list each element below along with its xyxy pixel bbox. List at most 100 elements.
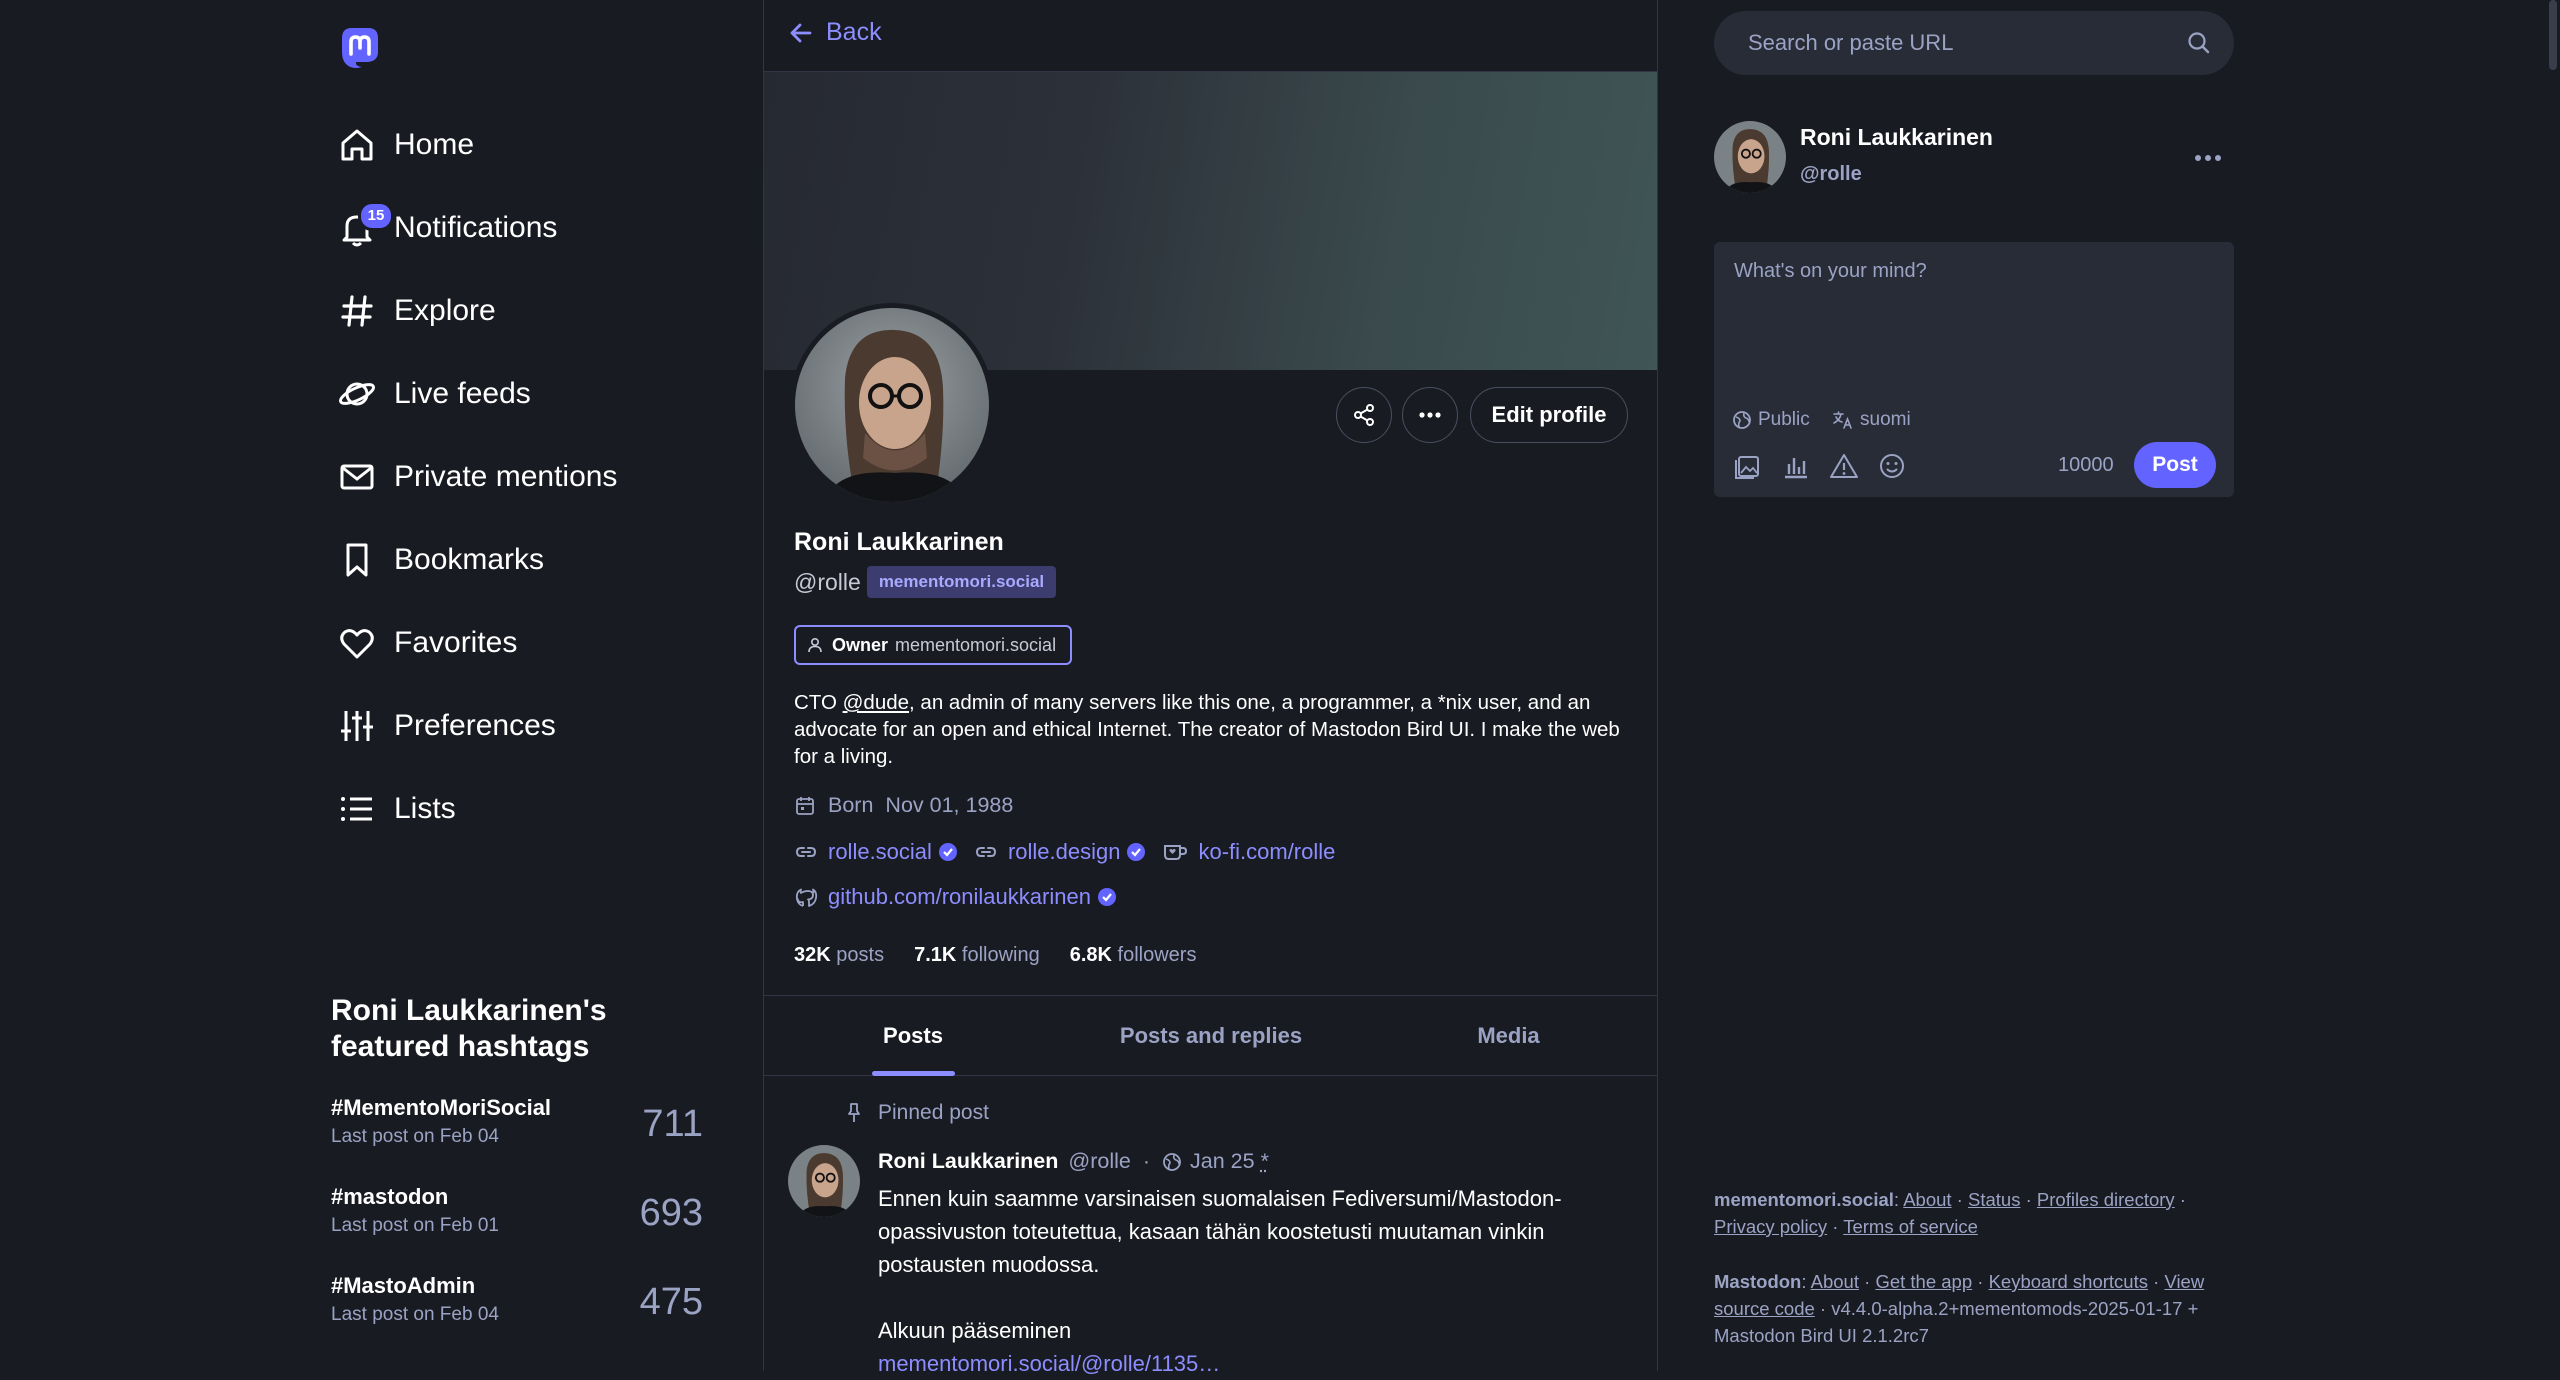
globe-icon (1162, 1152, 1182, 1172)
nav-item-bookmarks[interactable]: Bookmarks (336, 535, 544, 585)
hashtag-count: 711 (642, 1103, 703, 1146)
envelope-icon (336, 456, 378, 498)
planet-icon (336, 373, 378, 415)
footer-link-status[interactable]: Status (1968, 1189, 2020, 1210)
followers-count[interactable]: 6.8K followers (1070, 944, 1197, 967)
hashtag-count: 475 (640, 1281, 703, 1324)
page-scrollbar[interactable] (2549, 0, 2557, 70)
profile-link-rolle-design[interactable]: rolle.design (974, 839, 1147, 865)
domain-badge: mementomori.social (867, 566, 1056, 598)
hashtag-last-post: Last post on Feb 04 (331, 1126, 499, 1148)
nav-item-private-mentions[interactable]: Private mentions (336, 452, 617, 502)
profile-more-button[interactable] (1402, 387, 1458, 443)
tab-posts[interactable]: Posts (764, 996, 1062, 1075)
user-icon (806, 636, 824, 654)
hashtag-icon (336, 290, 378, 332)
back-label: Back (826, 18, 882, 47)
post-date[interactable]: Jan 25 * (1190, 1149, 1269, 1174)
profile-bio: CTO @dude, an admin of many servers like… (794, 689, 1624, 770)
pinned-post-label: Pinned post (844, 1101, 989, 1125)
edit-profile-button[interactable]: Edit profile (1470, 387, 1628, 443)
back-button[interactable]: Back (788, 18, 882, 47)
nav-item-home[interactable]: Home (336, 120, 474, 170)
nav-item-notifications[interactable]: 15 Notifications (336, 203, 557, 253)
hashtag-last-post: Last post on Feb 04 (331, 1304, 499, 1326)
globe-icon (1732, 410, 1752, 430)
notification-count-badge: 15 (358, 201, 394, 231)
content-warning-icon[interactable] (1828, 450, 1860, 482)
born-label: Born (828, 793, 873, 818)
footer-link-keyboard-shortcuts[interactable]: Keyboard shortcuts (1989, 1271, 2148, 1292)
profile-avatar[interactable] (790, 303, 994, 507)
post-link[interactable]: mementomori.social/@rolle/1135… (878, 1351, 1220, 1376)
image-upload-icon[interactable] (1732, 450, 1764, 482)
bookmark-icon (336, 539, 378, 581)
list-icon (336, 788, 378, 830)
nav-item-lists[interactable]: Lists (336, 784, 456, 834)
profile-tabs: Posts Posts and replies Media (764, 995, 1657, 1076)
search-input[interactable] (1746, 29, 2186, 57)
footer-link-privacy-policy[interactable]: Privacy policy (1714, 1216, 1827, 1237)
post-paragraph: Ennen kuin saamme varsinaisen suomalaise… (878, 1182, 1598, 1281)
hashtag-name: #MementoMoriSocial (331, 1095, 551, 1121)
current-user-name[interactable]: Roni Laukkarinen (1800, 124, 1993, 151)
search-icon[interactable] (2186, 30, 2212, 56)
nav-item-live-feeds[interactable]: Live feeds (336, 369, 531, 419)
born-field: Born Nov 01, 1988 (794, 793, 1013, 818)
posts-count[interactable]: 32K posts (794, 944, 884, 967)
featured-hashtag-row[interactable]: #MementoMoriSocial Last post on Feb 04 7… (331, 1095, 711, 1184)
profile-handle: @rolle (794, 569, 861, 596)
following-count[interactable]: 7.1K following (914, 944, 1040, 967)
visibility-selector[interactable]: Public (1732, 409, 1810, 431)
tab-media[interactable]: Media (1360, 996, 1657, 1075)
tab-posts-and-replies[interactable]: Posts and replies (1062, 996, 1360, 1075)
footer-link-mastodon-about[interactable]: About (1811, 1271, 1859, 1292)
current-user-handle[interactable]: @rolle (1800, 163, 1862, 186)
footer-server-links: mementomori.social: About · Status · Pro… (1714, 1186, 2234, 1240)
profile-links-row: rolle.social rolle.design ko-fi.com/roll… (794, 839, 1357, 865)
heart-icon (336, 622, 378, 664)
sliders-icon (336, 705, 378, 747)
current-user-avatar[interactable] (1714, 121, 1786, 193)
profile-link-ko-fi[interactable]: ko-fi.com/rolle (1162, 839, 1341, 865)
post-author-name[interactable]: Roni Laukkarinen (878, 1149, 1058, 1174)
post-author-handle[interactable]: @rolle (1068, 1149, 1130, 1174)
share-button[interactable] (1336, 387, 1392, 443)
footer-app-links: Mastodon: About · Get the app · Keyboard… (1714, 1268, 2234, 1349)
nav-label-lists: Lists (394, 792, 456, 826)
featured-hashtag-row[interactable]: #MastoAdmin Last post on Feb 04 475 (331, 1273, 711, 1362)
language-selector[interactable]: suomi (1832, 409, 1911, 431)
arrow-left-icon (788, 20, 814, 46)
post-author-avatar[interactable] (788, 1145, 860, 1217)
hashtag-count: 693 (640, 1192, 703, 1235)
emoji-picker-icon[interactable] (1876, 450, 1908, 482)
nav-item-explore[interactable]: Explore (336, 286, 496, 336)
nav-item-favorites[interactable]: Favorites (336, 618, 517, 668)
mastodon-logo-icon[interactable] (336, 24, 384, 72)
account-menu-button[interactable] (2188, 144, 2228, 172)
separator-dot: · (1143, 1149, 1150, 1174)
footer-link-about[interactable]: About (1903, 1189, 1951, 1210)
post-paragraph: Alkuun pääseminen (878, 1314, 1598, 1347)
poll-icon[interactable] (1780, 450, 1812, 482)
profile-link-rolle-social[interactable]: rolle.social (794, 839, 958, 865)
active-tab-indicator (872, 1071, 955, 1076)
footer-link-get-app[interactable]: Get the app (1875, 1271, 1972, 1292)
profile-display-name: Roni Laukkarinen (794, 528, 1004, 557)
compose-textarea[interactable] (1732, 258, 2216, 412)
profile-links-row: github.com/ronilaukkarinen (794, 884, 1133, 910)
profile-stats: 32K posts 7.1K following 6.8K followers (794, 944, 1226, 967)
ellipsis-icon (2188, 144, 2228, 172)
left-navigation: Home 15 Notifications Explore Live feeds… (0, 0, 763, 1371)
bio-mention-link[interactable]: @dude (843, 691, 909, 714)
role-badge: Owner mementomori.social (794, 625, 1072, 665)
post-button[interactable]: Post (2134, 442, 2216, 488)
featured-hashtag-row[interactable]: #mastodon Last post on Feb 01 693 (331, 1184, 711, 1273)
nav-item-preferences[interactable]: Preferences (336, 701, 556, 751)
footer-link-profiles-directory[interactable]: Profiles directory (2037, 1189, 2175, 1210)
profile-link-github[interactable]: github.com/ronilaukkarinen (794, 884, 1117, 910)
role-server: mementomori.social (895, 635, 1056, 656)
footer-link-terms[interactable]: Terms of service (1843, 1216, 1978, 1237)
translate-icon (1832, 410, 1854, 430)
column-header: Back (764, 0, 1657, 72)
